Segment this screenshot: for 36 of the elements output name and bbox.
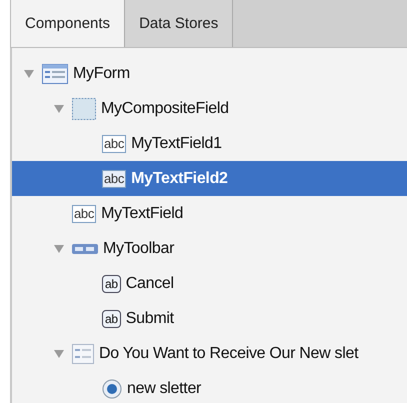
tab[interactable]: Components [10, 0, 126, 47]
tree-item[interactable]: abc MyTextField [12, 196, 407, 231]
tree-item[interactable]: MyForm [12, 56, 407, 91]
toolbar-icon [72, 244, 98, 254]
expand-triangle-icon[interactable] [24, 68, 34, 78]
item-label: MyCompositeField [101, 100, 229, 118]
item-label: Cancel [126, 274, 174, 292]
expand-triangle-icon[interactable] [54, 348, 64, 358]
item-label: MyTextField2 [131, 170, 228, 188]
item-label: new sletter [127, 380, 202, 398]
button-icon: ab [102, 310, 121, 328]
tree-item[interactable]: Do You Want to Receive Our New slet [12, 336, 407, 371]
item-label: MyTextField [101, 204, 184, 222]
item-label: Submit [126, 310, 174, 328]
tree-item[interactable]: abc MyTextField1 [12, 126, 407, 161]
text-field-icon: abc [102, 134, 126, 152]
item-label: MyTextField1 [131, 134, 222, 152]
tree-item[interactable]: new sletter [12, 371, 407, 403]
radio-icon [102, 378, 122, 398]
tree-item[interactable]: abc MyTextField2 [12, 161, 407, 196]
button-icon: ab [102, 274, 121, 292]
tree-item[interactable]: MyCompositeField [12, 91, 407, 126]
composite-field-icon [72, 98, 96, 120]
item-label: Do You Want to Receive Our New slet [99, 344, 358, 362]
radio-group-icon [72, 344, 94, 364]
item-label: MyToolbar [103, 240, 174, 258]
text-field-icon: abc [102, 170, 126, 188]
tree-item[interactable]: ab Cancel [12, 266, 407, 301]
tab[interactable]: Data Stores [125, 0, 234, 47]
expand-triangle-icon[interactable] [54, 244, 64, 254]
tree-item[interactable]: ab Submit [12, 301, 407, 336]
item-label: MyForm [73, 64, 130, 82]
text-field-icon: abc [72, 204, 96, 222]
tree-item[interactable]: MyToolbar [12, 231, 407, 266]
expand-triangle-icon[interactable] [54, 104, 64, 114]
form-icon [42, 64, 68, 84]
